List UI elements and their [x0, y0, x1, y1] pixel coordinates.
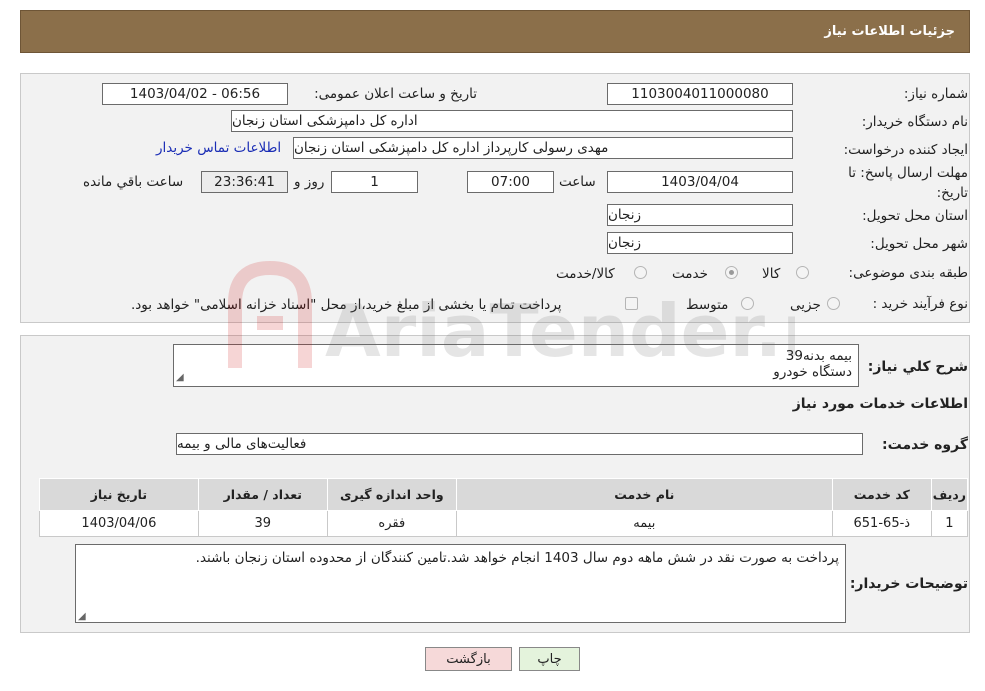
purchase-minor-label: جزیی: [790, 297, 821, 313]
cell-row: 1: [930, 510, 969, 537]
remaining-label: ساعت باقي مانده: [83, 174, 184, 190]
print-button[interactable]: چاپ: [519, 647, 580, 671]
category-goods-label: کالا: [762, 266, 781, 282]
treasury-checkbox[interactable]: [625, 297, 638, 310]
purchase-note: پرداخت تمام یا بخشی از مبلغ خرید،از محل …: [131, 297, 562, 313]
city-label: شهر محل تحویل:: [870, 236, 968, 252]
service-group-field: فعالیت‌های مالی و بیمه: [176, 433, 863, 455]
buyer-notes-text: پرداخت به صورت نقد در شش ماهه دوم سال 14…: [195, 550, 839, 566]
buyer-contact-link[interactable]: اطلاعات تماس خریدار: [156, 140, 281, 156]
col-qty-header: تعداد / مقدار: [197, 478, 328, 511]
deadline-label: مهلت ارسال پاسخ: تا تاریخ:: [843, 163, 968, 203]
cell-unit: فقره: [326, 510, 457, 537]
col-name-header: نام خدمت: [455, 478, 833, 511]
summary-textarea[interactable]: بیمه بدنه39 دستگاه خودرو ◢: [173, 344, 859, 387]
buyer-notes-textarea[interactable]: پرداخت به صورت نقد در شش ماهه دوم سال 14…: [75, 544, 846, 623]
days-field: 1: [331, 171, 418, 193]
requester-label: ایجاد کننده درخواست:: [843, 142, 968, 158]
purchase-medium-radio[interactable]: [741, 297, 754, 310]
announce-field: 1403/04/02 - 06:56: [102, 83, 288, 105]
purchase-medium-label: متوسط: [686, 297, 729, 313]
summary-line-2: دستگاه خودرو: [773, 364, 852, 380]
category-goods-service-radio[interactable]: [634, 266, 647, 279]
page-title: جزئیات اطلاعات نیاز: [824, 24, 955, 39]
need-number-label: شماره نیاز:: [903, 86, 968, 102]
category-label: طبقه بندی موضوعی:: [848, 265, 968, 281]
city-field: زنجان: [607, 232, 793, 254]
back-button[interactable]: بازگشت: [425, 647, 512, 671]
resize-handle-icon[interactable]: ◢: [78, 611, 86, 622]
buyer-org-label: نام دستگاه خریدار:: [861, 114, 968, 130]
need-number-field: 1103004011000080: [607, 83, 793, 105]
services-section-title: اطلاعات خدمات مورد نیاز: [792, 396, 968, 412]
days-label: روز و: [294, 174, 325, 190]
category-service-radio[interactable]: [725, 266, 738, 279]
col-row-header: ردیف: [930, 478, 969, 511]
cell-code: ذ-65-651: [831, 510, 932, 537]
cell-name: بیمه: [455, 510, 833, 537]
col-unit-header: واحد اندازه گیری: [326, 478, 457, 511]
services-table: ردیف کد خدمت نام خدمت واحد اندازه گیری ت…: [39, 478, 969, 537]
deadline-date-field: 1403/04/04: [607, 171, 793, 193]
deadline-label-text: مهلت ارسال پاسخ: تا تاریخ:: [848, 165, 968, 201]
service-group-label: گروه خدمت:: [882, 437, 968, 453]
table-row: 1 ذ-65-651 بیمه فقره 39 1403/04/06: [39, 510, 969, 537]
purchase-minor-radio[interactable]: [827, 297, 840, 310]
deadline-time-label: ساعت: [559, 174, 596, 190]
cell-date: 1403/04/06: [39, 510, 199, 537]
category-goods-service-label: کالا/خدمت: [556, 266, 615, 282]
category-service-label: خدمت: [672, 266, 708, 282]
summary-label: شرح کلي نیاز:: [867, 359, 968, 375]
purchase-type-label: نوع فرآیند خرید :: [872, 296, 968, 312]
remaining-time-field: 23:36:41: [201, 171, 288, 193]
col-date-header: تاریخ نیاز: [39, 478, 199, 511]
requester-field: مهدی رسولی کارپرداز اداره کل دامپزشکی اس…: [293, 137, 793, 159]
resize-handle-icon[interactable]: ◢: [176, 370, 184, 386]
page-header: جزئیات اطلاعات نیاز: [20, 10, 970, 53]
announce-label: تاریخ و ساعت اعلان عمومی:: [314, 86, 477, 102]
col-code-header: کد خدمت: [831, 478, 932, 511]
cell-qty: 39: [197, 510, 328, 537]
buyer-org-field: اداره کل دامپزشکی استان زنجان: [231, 110, 793, 132]
province-field: زنجان: [607, 204, 793, 226]
buyer-notes-label: توضیحات خریدار:: [849, 576, 968, 592]
province-label: استان محل تحویل:: [862, 208, 968, 224]
deadline-time-field: 07:00: [467, 171, 554, 193]
category-goods-radio[interactable]: [796, 266, 809, 279]
summary-line-1: بیمه بدنه39: [785, 348, 852, 364]
